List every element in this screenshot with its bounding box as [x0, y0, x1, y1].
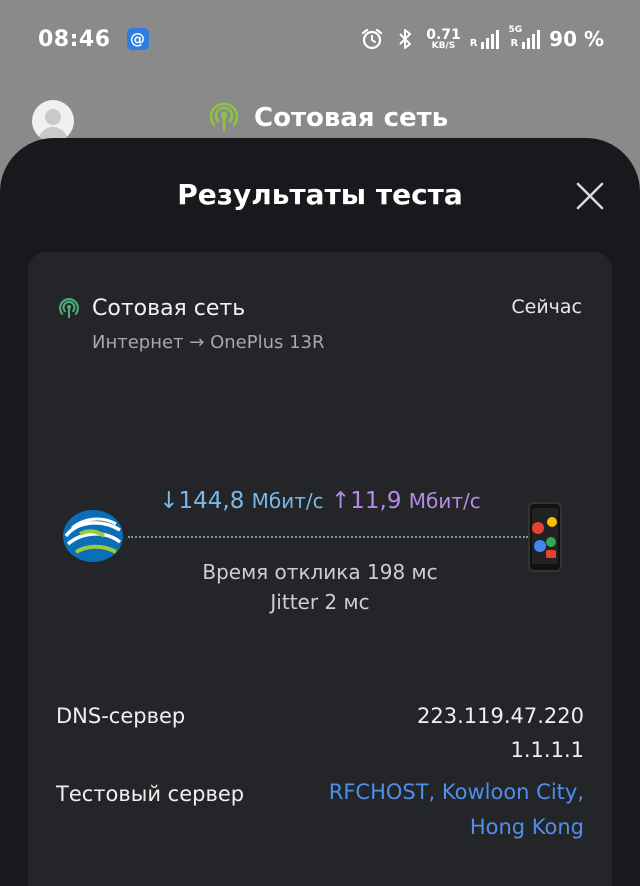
close-icon[interactable] — [574, 180, 606, 212]
results-sheet: Результаты теста Сотовая сеть Сейчас Инт… — [0, 138, 640, 886]
result-card: Сотовая сеть Сейчас Интернет → OnePlus 1… — [28, 252, 612, 886]
carrier-logo-icon — [63, 510, 123, 562]
upload-arrow-icon: ↑ — [330, 488, 351, 514]
signal-sim2-icon: 5G R — [508, 25, 541, 49]
app-notification-icon: @ — [126, 28, 149, 50]
avatar[interactable] — [32, 100, 74, 142]
status-bar: 08:46 @ 0.71 KB/S R 5G R 90 % — [0, 0, 640, 78]
download-value: 144,8 — [178, 488, 245, 514]
download-unit: Мбит/с — [251, 489, 324, 513]
status-time: 08:46 — [38, 26, 111, 52]
network-route: Интернет → OnePlus 13R — [92, 332, 325, 353]
user-icon — [38, 109, 68, 140]
network-speed: 0.71 KB/S — [426, 26, 461, 51]
status-icons: 0.71 KB/S R 5G R 90 % — [360, 25, 604, 51]
battery-level: 90 % — [549, 27, 604, 51]
network-name: Сотовая сеть — [92, 296, 246, 321]
test-time: Сейчас — [511, 296, 582, 318]
jitter-text: Jitter 2 мс — [270, 590, 370, 614]
download-arrow-icon: ↓ — [159, 488, 179, 514]
sheet-title: Результаты теста — [177, 178, 463, 211]
network-row: Сотовая сеть — [58, 296, 245, 321]
cellular-antenna-icon — [209, 102, 239, 132]
background-title: Сотовая сеть — [254, 103, 449, 133]
test-server-label: Тестовый сервер — [56, 782, 245, 806]
cellular-antenna-icon — [59, 297, 79, 318]
bluetooth-icon — [399, 29, 412, 49]
connection-line — [128, 536, 528, 538]
upload-unit: Мбит/с — [408, 489, 481, 513]
latency-text: Время отклика 198 мс — [202, 560, 438, 584]
dns-label: DNS-сервер — [56, 704, 186, 728]
signal-sim1-icon: R — [470, 29, 500, 49]
alarm-icon — [362, 28, 383, 50]
upload-value: 11,9 — [350, 488, 402, 514]
test-server-link[interactable]: RFCHOST, Kowloon City, Hong Kong — [284, 775, 584, 845]
dns-value-secondary: 1.1.1.1 — [510, 738, 584, 762]
dns-value-primary: 223.119.47.220 — [417, 704, 584, 728]
